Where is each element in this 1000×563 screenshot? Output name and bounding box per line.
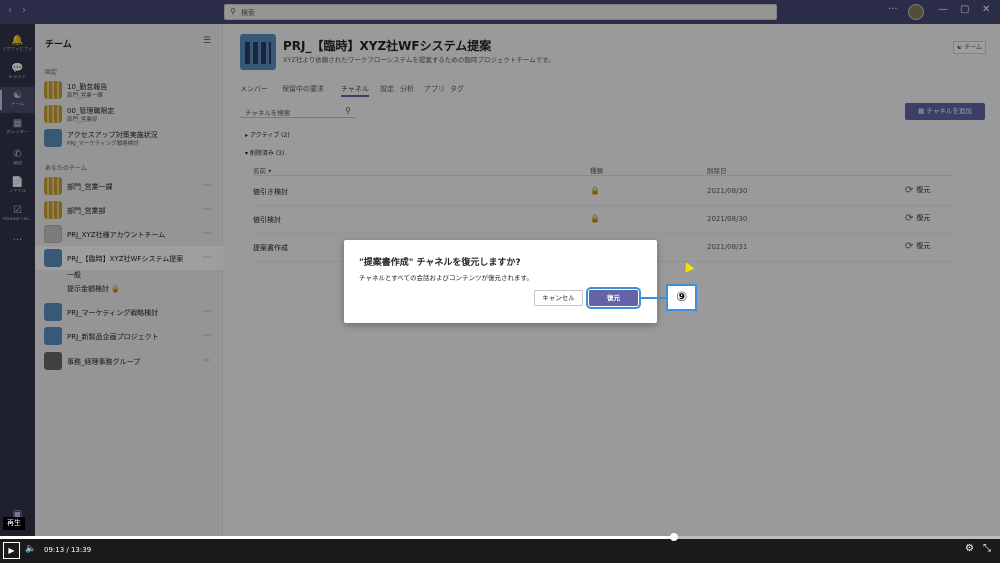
progress-fill bbox=[0, 536, 674, 539]
volume-icon[interactable]: 🔈 bbox=[25, 544, 36, 554]
fullscreen-icon[interactable]: ⤡ bbox=[983, 543, 991, 554]
dialog-title: "提案書作成" チャネルを復元しますか? bbox=[359, 258, 521, 268]
restore-confirm-button[interactable]: 復元 bbox=[586, 287, 641, 309]
step-callout: ⑨ bbox=[666, 284, 697, 311]
play-tooltip: 再生 bbox=[3, 517, 25, 530]
dialog-body: チャネルとすべての会話およびコンテンツが復元されます。 bbox=[359, 274, 533, 282]
cancel-button[interactable]: キャンセル bbox=[534, 290, 583, 306]
play-icon: ▶ bbox=[8, 546, 15, 555]
settings-gear-icon[interactable]: ⚙ bbox=[965, 543, 974, 554]
video-player-bar: ▶ 🔈 09:13 / 13:39 ⚙ ⤡ bbox=[0, 539, 1000, 563]
restore-channel-dialog: "提案書作成" チャネルを復元しますか? チャネルとすべての会話およびコンテンツ… bbox=[344, 240, 657, 323]
progress-handle[interactable] bbox=[670, 533, 678, 541]
play-button[interactable]: ▶ bbox=[3, 542, 20, 559]
progress-bar[interactable] bbox=[0, 533, 1000, 541]
time-readout: 09:13 / 13:39 bbox=[44, 546, 92, 554]
